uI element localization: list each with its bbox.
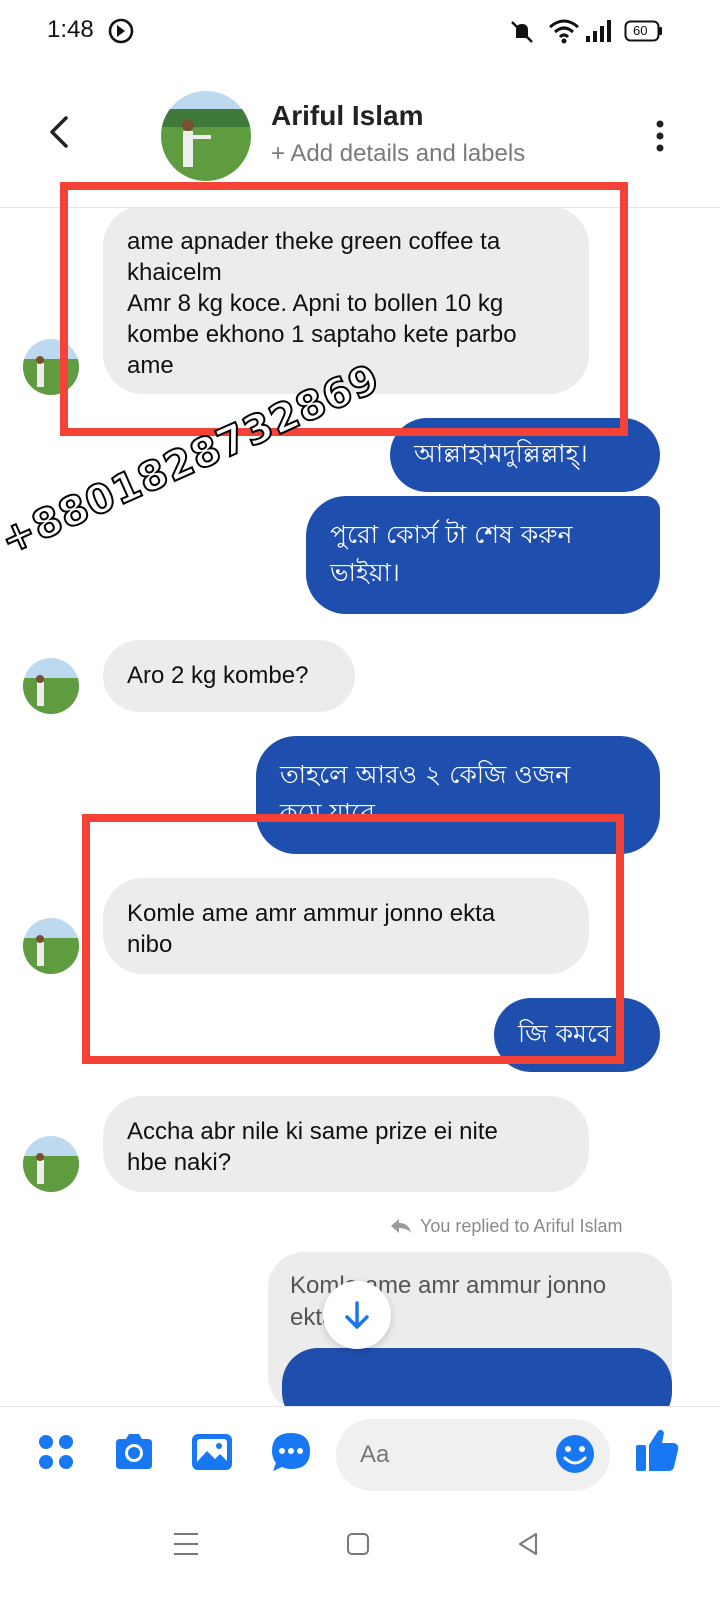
- wifi-icon: [549, 19, 579, 44]
- message-line: Accha abr nile ki same prize ei nite: [127, 1118, 498, 1145]
- do-not-disturb-icon: [108, 18, 134, 44]
- system-nav-bar: [0, 1506, 720, 1600]
- message-line: পুরো কোর্স টা শেষ করুন: [330, 520, 573, 549]
- battery-level: 60: [633, 23, 648, 38]
- message-placeholder: Aa: [360, 1441, 390, 1468]
- menu-icon[interactable]: [172, 1530, 200, 1558]
- contact-name[interactable]: Ariful Islam: [271, 100, 423, 132]
- reply-note: You replied to Ariful Islam: [390, 1216, 622, 1237]
- message-input[interactable]: Aa: [336, 1419, 610, 1491]
- reply-message[interactable]: [282, 1348, 672, 1406]
- apps-grid-icon[interactable]: [33, 1429, 79, 1475]
- message-line: ভাইয়া।: [330, 558, 400, 587]
- scroll-down-icon: [345, 1301, 369, 1329]
- contact-avatar[interactable]: [161, 91, 251, 181]
- incoming-message[interactable]: Aro 2 kg kombe?: [103, 640, 355, 712]
- message-line: Aro 2 kg kombe?: [127, 662, 309, 689]
- reply-icon: [391, 1219, 411, 1233]
- back-triangle-icon[interactable]: [514, 1530, 542, 1558]
- add-details-link[interactable]: + Add details and labels: [271, 140, 525, 168]
- more-vertical-icon[interactable]: [648, 116, 672, 156]
- composer-bar: Aa: [0, 1406, 720, 1506]
- sender-avatar[interactable]: [23, 918, 79, 974]
- sender-avatar[interactable]: [23, 1136, 79, 1192]
- message-line: আল্লাহামদুল্লিল্লাহ্।: [414, 439, 588, 468]
- sender-avatar[interactable]: [23, 658, 79, 714]
- mute-icon: [511, 21, 533, 43]
- scroll-down-button[interactable]: [323, 1281, 391, 1349]
- back-arrow-icon[interactable]: [40, 110, 80, 154]
- incoming-message[interactable]: Accha abr nile ki same prize ei nite hbe…: [103, 1096, 589, 1192]
- chat-more-icon[interactable]: [268, 1429, 314, 1475]
- home-square-icon[interactable]: [344, 1530, 372, 1558]
- highlight-box: [82, 814, 624, 1064]
- message-line: তাহলে আরও ২ কেজি ওজন: [280, 760, 571, 789]
- status-time: 1:48: [47, 16, 94, 43]
- reply-note-text: You replied to Ariful Islam: [420, 1216, 623, 1236]
- status-bar: 1:48 60: [0, 0, 720, 64]
- message-line: hbe naki?: [127, 1149, 232, 1176]
- emoji-icon[interactable]: [554, 1433, 596, 1475]
- image-icon[interactable]: [189, 1429, 235, 1475]
- camera-icon[interactable]: [111, 1429, 157, 1475]
- outgoing-message[interactable]: পুরো কোর্স টা শেষ করুন ভাইয়া।: [306, 496, 660, 614]
- thumbs-up-icon[interactable]: [632, 1425, 682, 1475]
- signal-icon: [586, 20, 611, 42]
